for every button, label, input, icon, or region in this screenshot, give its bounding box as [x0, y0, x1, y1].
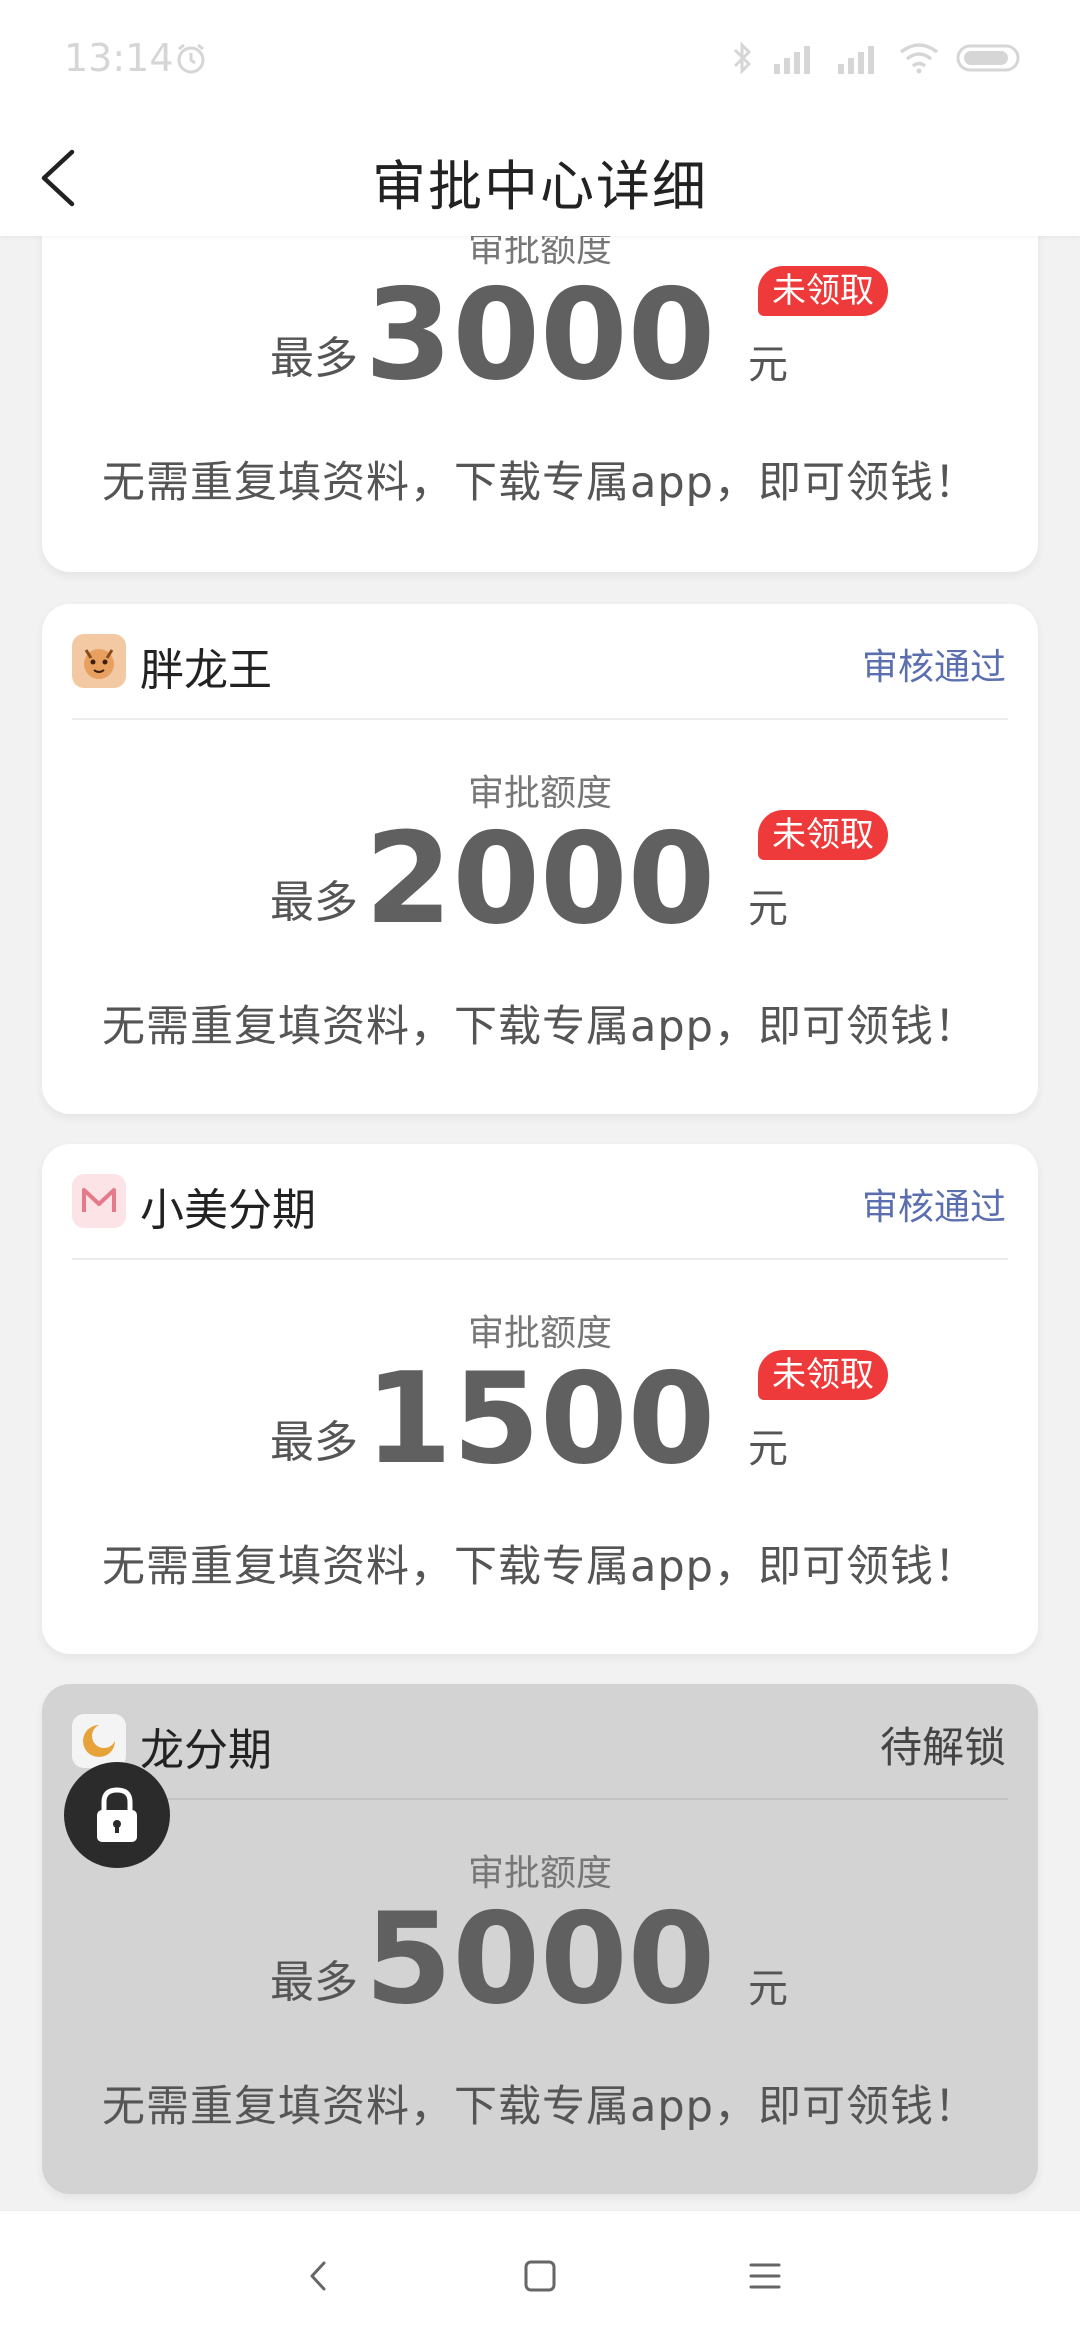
lock-button[interactable] — [64, 1762, 170, 1868]
nav-menu-icon — [749, 2263, 781, 2289]
locked-approval-card[interactable]: 龙分期 待解锁 审批额度 最多 5000 元 无需重复填资料，下载专属app，即… — [42, 1684, 1038, 2194]
approval-card[interactable]: 小美分期 审核通过 审批额度 最多 1500 元 未领取 无需重复填资料，下载专… — [42, 1144, 1038, 1654]
nav-back-button[interactable] — [284, 2241, 354, 2311]
longfenqi-app-icon — [72, 1714, 126, 1768]
unit-label: 元 — [748, 342, 788, 388]
divider — [72, 718, 1008, 720]
card-description: 无需重复填资料，下载专属app，即可领钱！ — [102, 2082, 978, 2132]
card-header: 龙分期 待解锁 — [72, 1710, 1006, 1776]
wifi-icon — [899, 43, 939, 74]
card-header: 胖龙王 审核通过 — [72, 630, 1006, 696]
title-bar: 审批中心详细 — [0, 120, 1080, 236]
signal-icon-2 — [838, 46, 874, 74]
amount-value: 3000 — [364, 261, 716, 408]
unclaimed-badge: 未领取 — [758, 266, 888, 316]
unit-label: 元 — [748, 1966, 788, 2012]
app-name: 龙分期 — [140, 1725, 272, 1776]
approval-card[interactable]: 胖龙王 审核通过 审批额度 最多 2000 元 未领取 无需重复填资料，下载专属… — [42, 604, 1038, 1114]
amount-row: 最多 5000 元 — [42, 1894, 1038, 2024]
page-title: 审批中心详细 — [372, 155, 708, 218]
nav-home-button[interactable] — [505, 2241, 575, 2311]
status-time: 13:14 — [64, 36, 174, 80]
approval-card[interactable]: 审批额度 最多 3000 元 未领取 无需重复填资料，下载专属app，即可领钱！ — [42, 236, 1038, 572]
card-description: 无需重复填资料，下载专属app，即可领钱！ — [102, 458, 978, 508]
battery-icon — [956, 44, 1020, 72]
nav-back-icon — [310, 2261, 326, 2291]
unlock-status: 待解锁 — [879, 1723, 1006, 1772]
nav-home-icon — [524, 2260, 556, 2292]
nav-menu-button[interactable] — [730, 2241, 800, 2311]
bluetooth-icon — [733, 41, 752, 75]
divider — [72, 1258, 1008, 1260]
amount-value: 1500 — [364, 1345, 716, 1492]
unclaimed-badge: 未领取 — [758, 1350, 888, 1400]
approval-status: 审核通过 — [861, 1187, 1006, 1228]
alarm-icon — [177, 43, 205, 74]
app-name: 小美分期 — [140, 1185, 316, 1236]
approval-status: 审核通过 — [861, 647, 1006, 688]
card-description: 无需重复填资料，下载专属app，即可领钱！ — [102, 1002, 978, 1052]
card-description: 无需重复填资料，下载专属app，即可领钱！ — [102, 1542, 978, 1592]
app-name: 胖龙王 — [140, 645, 272, 696]
xiaomei-app-icon — [72, 1174, 126, 1228]
system-nav-bar — [0, 2210, 1080, 2341]
amount-value: 2000 — [364, 805, 716, 952]
unit-label: 元 — [748, 1426, 788, 1472]
amount-row: 最多 2000 元 未领取 — [42, 805, 1038, 952]
card-list[interactable]: 审批额度 最多 3000 元 未领取 无需重复填资料，下载专属app，即可领钱！… — [0, 236, 1080, 2210]
divider — [72, 1798, 1008, 1800]
dragon-app-icon — [72, 634, 126, 688]
signal-icon — [774, 46, 810, 74]
status-icons — [732, 38, 1024, 78]
amount-row: 最多 3000 元 未领取 — [42, 261, 1038, 408]
amount-row: 最多 1500 元 未领取 — [42, 1345, 1038, 1492]
unclaimed-badge: 未领取 — [758, 810, 888, 860]
unit-label: 元 — [748, 886, 788, 932]
status-bar: 13:14 — [0, 0, 1080, 120]
lock-icon — [97, 1787, 137, 1842]
amount-value: 5000 — [364, 1885, 716, 2032]
card-header: 小美分期 审核通过 — [72, 1170, 1006, 1236]
